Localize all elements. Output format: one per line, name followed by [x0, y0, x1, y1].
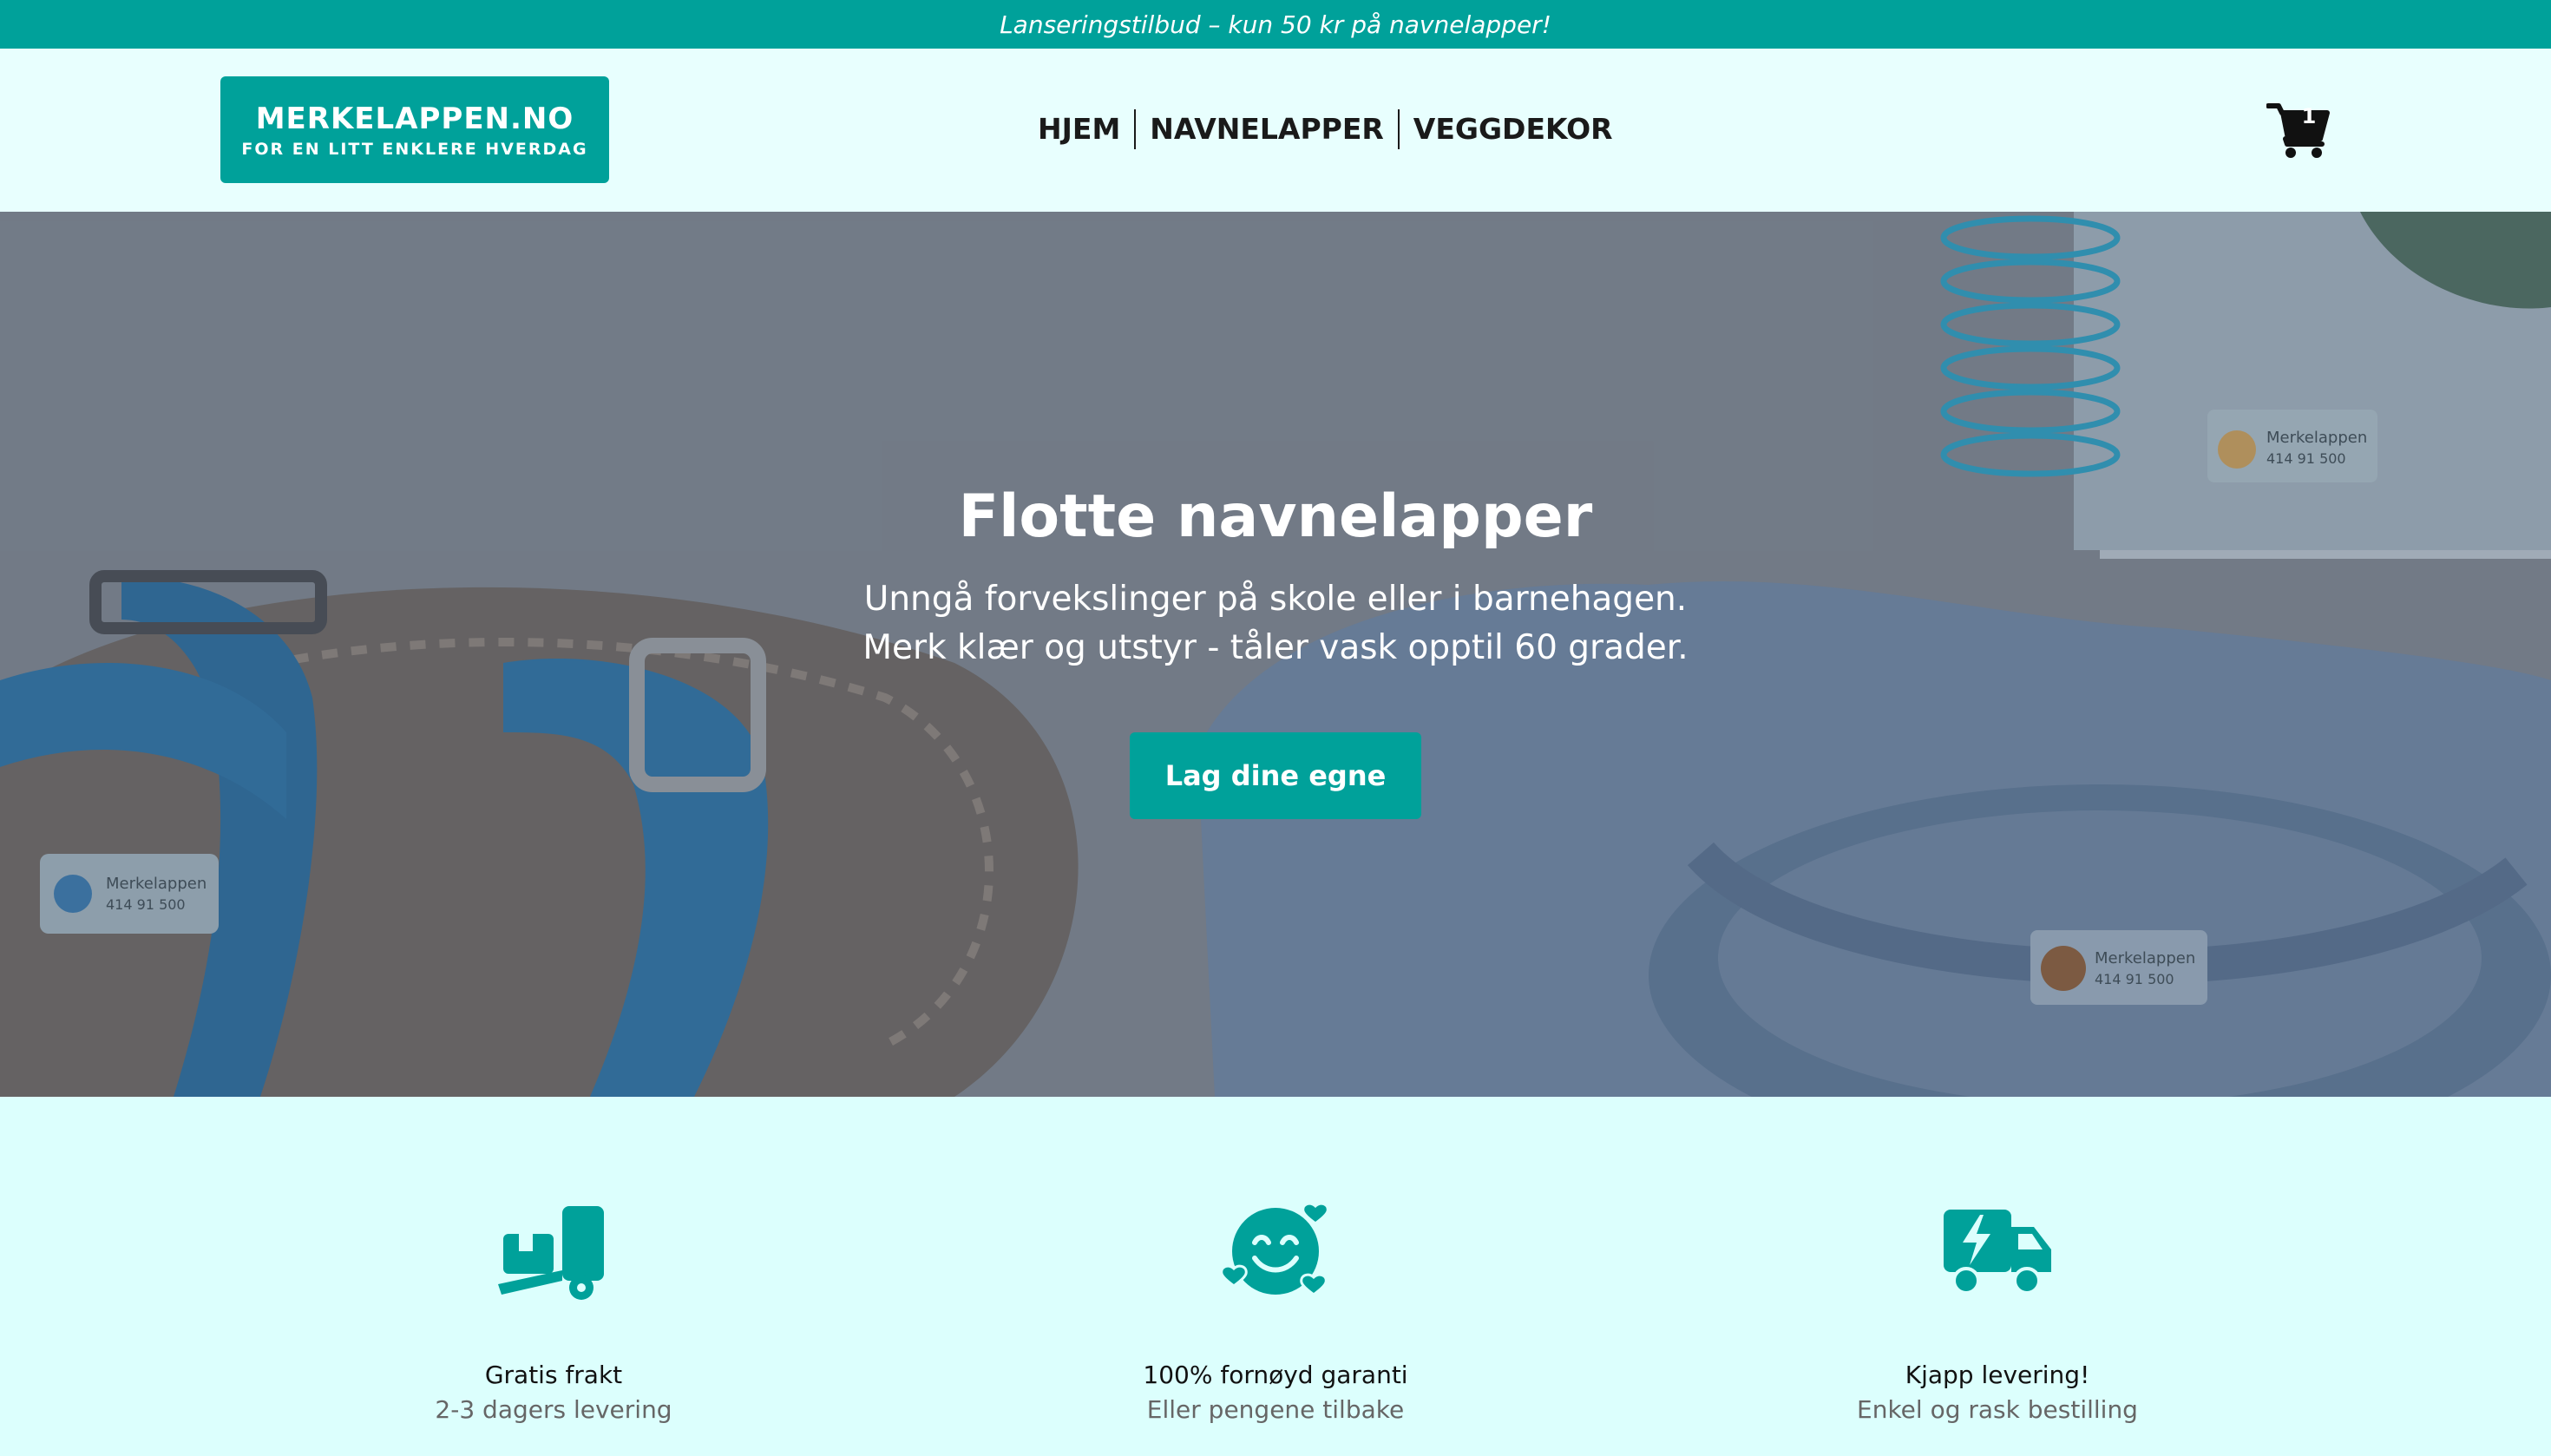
cart-count-badge: 1	[2301, 104, 2317, 128]
feature-title: Kjapp levering!	[1905, 1361, 2090, 1389]
logo-wordmark: MERKELAPPEN.NO	[255, 101, 574, 136]
feature-subtitle: Eller pengene tilbake	[1146, 1395, 1405, 1424]
cta-button[interactable]: Lag dine egne	[1130, 732, 1421, 819]
nav-item-hjem[interactable]: HJEM	[1024, 108, 1134, 150]
fast-truck-icon	[1944, 1210, 2051, 1295]
feature-title: 100% fornøyd garanti	[1143, 1361, 1408, 1389]
smiley-hearts-icon	[1220, 1202, 1329, 1297]
hero-banner: Merkelappen 414 91 500 Merkelappen 414 9…	[0, 212, 2551, 1097]
features-section: Gratis frakt 2-3 dagers levering 100% fo…	[0, 1097, 2551, 1456]
package-truck-icon	[498, 1206, 604, 1300]
main-nav: HJEM NAVNELAPPER VEGGDEKOR	[1024, 106, 1627, 153]
logo-tagline: FOR EN LITT ENKLERE HVERDAG	[241, 139, 588, 159]
announcement-bar: Lanseringstilbud – kun 50 kr på navnelap…	[0, 0, 2551, 49]
hero-title: Flotte navnelapper	[958, 482, 1593, 551]
site-header: MERKELAPPEN.NO FOR EN LITT ENKLERE HVERD…	[0, 49, 2551, 212]
nav-item-veggdekor[interactable]: VEGGDEKOR	[1400, 108, 1627, 150]
site-logo[interactable]: MERKELAPPEN.NO FOR EN LITT ENKLERE HVERD…	[220, 76, 609, 183]
hero-subtitle-line-2: Merk klær og utstyr - tåler vask opptil …	[862, 628, 1689, 667]
feature-subtitle: Enkel og rask bestilling	[1857, 1395, 2138, 1424]
hero-subtitle-line-1: Unngå forvekslinger på skole eller i bar…	[863, 580, 1688, 619]
nav-item-navnelapper[interactable]: NAVNELAPPER	[1136, 108, 1398, 150]
announcement-text: Lanseringstilbud – kun 50 kr på navnelap…	[1000, 10, 1551, 39]
cart-button[interactable]: 1	[2266, 101, 2331, 160]
feature-subtitle: 2-3 dagers levering	[435, 1395, 672, 1424]
feature-title: Gratis frakt	[484, 1361, 623, 1389]
